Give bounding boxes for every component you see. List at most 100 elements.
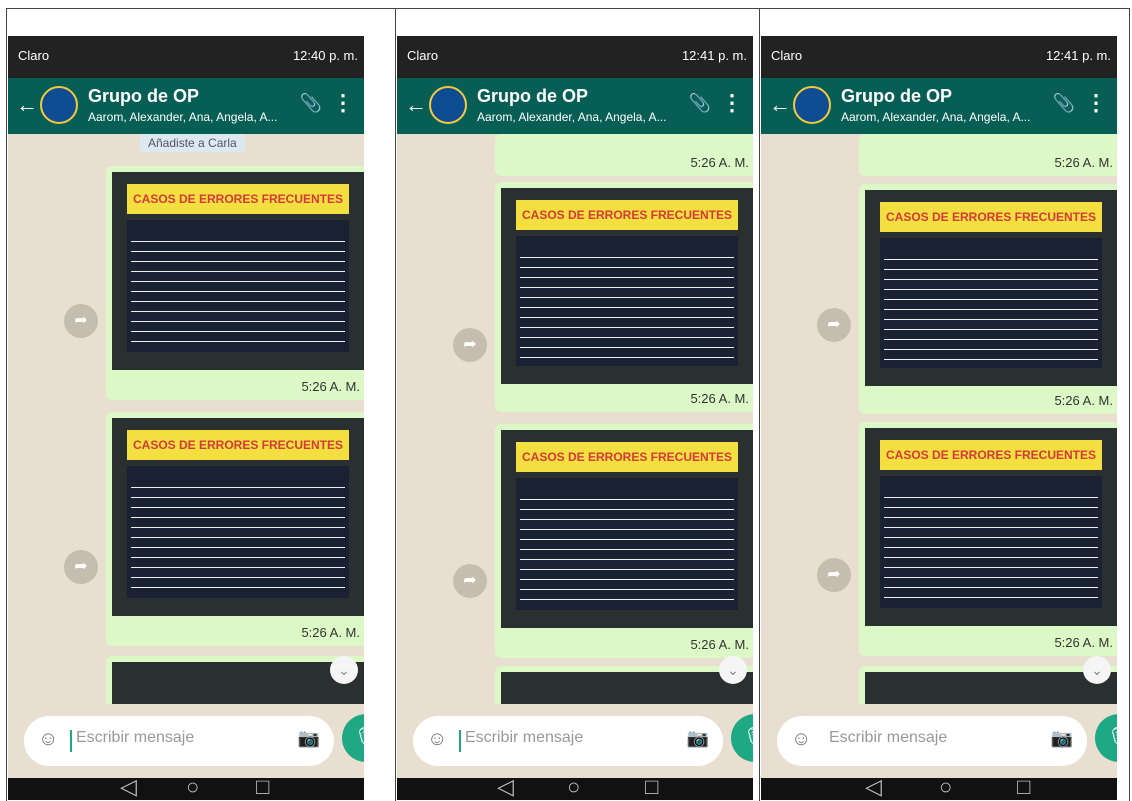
back-arrow-icon[interactable]: ← <box>16 92 38 118</box>
group-name[interactable]: Grupo de OP <box>88 86 199 107</box>
phone-screen: Claro 12:40 p. m. ← Grupo de OP Aarom, A… <box>8 36 364 800</box>
attach-icon[interactable]: 📎 <box>300 93 322 114</box>
camera-icon[interactable]: 📷 <box>687 728 709 749</box>
carrier-label: Claro <box>407 48 439 63</box>
share-icon[interactable]: ➦ <box>453 328 487 362</box>
back-nav-icon[interactable]: ◁ <box>865 774 882 800</box>
message-bubble[interactable]: CASOS DE ERRORES FRECUENTES 5:26 A. M. <box>859 422 1117 656</box>
image-thumbnail[interactable] <box>865 672 1117 704</box>
image-table <box>127 220 349 352</box>
image-thumbnail[interactable]: CASOS DE ERRORES FRECUENTES <box>112 172 364 370</box>
home-icon[interactable]: ○ <box>567 774 580 800</box>
android-nav-bar: ◁ ○ □ <box>761 774 1117 800</box>
table-lines <box>520 490 734 606</box>
table-lines <box>131 232 345 348</box>
message-bubble[interactable] <box>106 656 364 704</box>
recents-icon[interactable]: □ <box>645 774 658 800</box>
share-icon[interactable]: ➦ <box>817 308 851 342</box>
share-icon[interactable]: ➦ <box>64 550 98 584</box>
camera-icon[interactable]: 📷 <box>298 728 320 749</box>
share-icon[interactable]: ➦ <box>453 564 487 598</box>
image-thumbnail[interactable]: CASOS DE ERRORES FRECUENTES <box>865 190 1117 386</box>
group-name[interactable]: Grupo de OP <box>477 86 588 107</box>
message-bubble[interactable]: CASOS DE ERRORES FRECUENTES 5:26 A. M. <box>495 424 753 658</box>
message-time: 5:26 A. M. <box>301 379 360 394</box>
recents-icon[interactable]: □ <box>1017 774 1030 800</box>
back-nav-icon[interactable]: ◁ <box>120 774 137 800</box>
message-bubble[interactable]: CASOS DE ERRORES FRECUENTES 5:26 A. M. <box>106 166 364 400</box>
back-arrow-icon[interactable]: ← <box>405 92 427 118</box>
status-bar: Claro 12:41 p. m. <box>761 36 1117 78</box>
image-table <box>127 466 349 598</box>
image-thumbnail[interactable]: CASOS DE ERRORES FRECUENTES <box>501 188 753 384</box>
share-icon[interactable]: ➦ <box>817 558 851 592</box>
message-bubble[interactable] <box>495 666 753 704</box>
home-icon[interactable]: ○ <box>186 774 199 800</box>
attach-icon[interactable]: 📎 <box>689 93 711 114</box>
menu-icon[interactable]: ⋮ <box>721 90 743 116</box>
message-time: 5:26 A. M. <box>1054 635 1113 650</box>
attach-icon[interactable]: 📎 <box>1053 93 1075 114</box>
carrier-label: Claro <box>18 48 50 63</box>
image-table <box>880 238 1102 368</box>
back-arrow-icon[interactable]: ← <box>769 92 791 118</box>
image-title: CASOS DE ERRORES FRECUENTES <box>516 442 738 472</box>
menu-icon[interactable]: ⋮ <box>332 90 354 116</box>
emoji-icon[interactable]: ☺ <box>38 728 58 751</box>
message-input[interactable]: ☺ Escribir mensaje 📷 <box>413 716 723 766</box>
frame-divider <box>759 8 760 801</box>
image-thumbnail[interactable] <box>501 672 753 704</box>
group-members[interactable]: Aarom, Alexander, Ana, Angela, A... <box>88 110 277 124</box>
home-icon[interactable]: ○ <box>939 774 952 800</box>
message-list[interactable]: 5:26 A. M. ➦ CASOS DE ERRORES FRECUENTES… <box>397 134 753 704</box>
scroll-down-icon[interactable]: ⌄ <box>330 656 358 684</box>
message-placeholder: Escribir mensaje <box>76 729 195 746</box>
emoji-icon[interactable]: ☺ <box>791 728 811 751</box>
image-table <box>880 476 1102 608</box>
group-members[interactable]: Aarom, Alexander, Ana, Angela, A... <box>477 110 666 124</box>
message-bubble[interactable]: 5:26 A. M. <box>859 134 1117 176</box>
mic-button[interactable]: 🎙 <box>731 714 753 762</box>
mic-button[interactable]: 🎙 <box>1095 714 1117 762</box>
message-bubble[interactable]: CASOS DE ERRORES FRECUENTES 5:26 A. M. <box>106 412 364 646</box>
message-list[interactable]: 5:26 A. M. ➦ CASOS DE ERRORES FRECUENTES… <box>761 134 1117 704</box>
image-title: CASOS DE ERRORES FRECUENTES <box>516 200 738 230</box>
image-thumbnail[interactable]: CASOS DE ERRORES FRECUENTES <box>112 418 364 616</box>
frame-divider <box>1129 8 1130 801</box>
clock: 12:40 p. m. <box>292 48 358 63</box>
message-placeholder: Escribir mensaje <box>465 729 584 746</box>
menu-icon[interactable]: ⋮ <box>1085 90 1107 116</box>
group-members[interactable]: Aarom, Alexander, Ana, Angela, A... <box>841 110 1030 124</box>
scroll-down-icon[interactable]: ⌄ <box>1083 656 1111 684</box>
image-thumbnail[interactable]: CASOS DE ERRORES FRECUENTES <box>865 428 1117 626</box>
status-bar: Claro 12:40 p. m. <box>8 36 364 78</box>
image-thumbnail[interactable] <box>112 662 364 704</box>
group-avatar[interactable] <box>793 86 831 124</box>
camera-icon[interactable]: 📷 <box>1051 728 1073 749</box>
message-bubble[interactable] <box>859 666 1117 704</box>
group-name[interactable]: Grupo de OP <box>841 86 952 107</box>
emoji-icon[interactable]: ☺ <box>427 728 447 751</box>
message-time: 5:26 A. M. <box>1054 155 1113 170</box>
message-bubble[interactable]: 5:26 A. M. <box>495 134 753 176</box>
table-lines <box>884 250 1098 364</box>
back-nav-icon[interactable]: ◁ <box>497 774 514 800</box>
image-thumbnail[interactable]: CASOS DE ERRORES FRECUENTES <box>501 430 753 628</box>
table-lines <box>884 488 1098 604</box>
system-message: Añadiste a Carla <box>140 134 245 152</box>
text-cursor <box>70 730 72 752</box>
image-table <box>516 236 738 366</box>
scroll-down-icon[interactable]: ⌄ <box>719 656 747 684</box>
message-input[interactable]: ☺ Escribir mensaje 📷 <box>777 716 1087 766</box>
message-input[interactable]: ☺ Escribir mensaje 📷 <box>24 716 334 766</box>
message-bubble[interactable]: CASOS DE ERRORES FRECUENTES 5:26 A. M. <box>859 184 1117 414</box>
group-avatar[interactable] <box>429 86 467 124</box>
message-bubble[interactable]: CASOS DE ERRORES FRECUENTES 5:26 A. M. <box>495 182 753 412</box>
recents-icon[interactable]: □ <box>256 774 269 800</box>
message-list[interactable]: Añadiste a Carla ➦ CASOS DE ERRORES FREC… <box>8 134 364 704</box>
mic-button[interactable]: 🎙 <box>342 714 364 762</box>
group-avatar[interactable] <box>40 86 78 124</box>
frame-divider <box>395 8 396 801</box>
share-icon[interactable]: ➦ <box>64 304 98 338</box>
status-bar: Claro 12:41 p. m. <box>397 36 753 78</box>
